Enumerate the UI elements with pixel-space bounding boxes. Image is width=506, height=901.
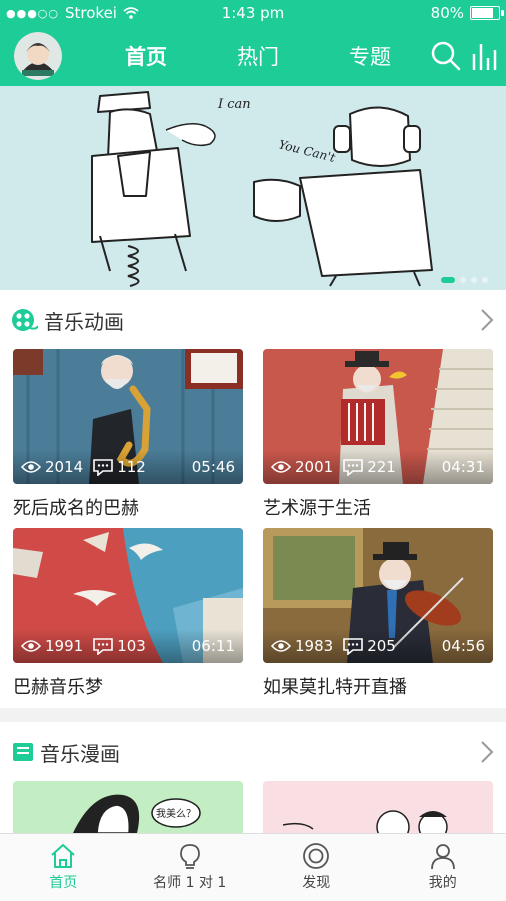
comment-count: 112 [117,458,146,476]
comment-count: 205 [367,637,396,655]
section-header-music-comics[interactable]: 音乐漫画 [0,722,506,782]
comment-icon [343,638,363,655]
film-reel-icon [12,308,38,332]
video-thumbnail[interactable]: 1983 205 04:56 [263,528,493,663]
view-count: 2014 [45,458,83,476]
view-count: 2001 [295,458,333,476]
video-card[interactable]: 2001 221 04:31 艺术源于生活 [263,349,493,520]
eye-icon [271,460,291,474]
book-icon [12,740,38,764]
video-card[interactable]: 1983 205 04:56 如果莫扎特开直播 [263,528,493,699]
video-thumbnail[interactable]: 1991 103 06:11 [13,528,243,663]
pager-dot [471,277,477,283]
equalizer-icon[interactable] [468,40,500,72]
section-title: 音乐漫画 [40,738,120,767]
comment-icon [93,459,113,476]
section-title: 音乐动画 [44,306,124,335]
video-duration: 04:56 [442,637,485,655]
eye-icon [271,639,291,653]
tab-hot[interactable]: 热门 [202,26,314,86]
banner-carousel[interactable]: I can You Can't [0,86,506,290]
discover-icon [302,842,330,870]
top-nav-bar: 首页 热门 专题 [0,26,506,86]
battery-icon [470,6,500,20]
search-icon[interactable] [430,40,462,72]
home-icon [49,842,77,870]
chevron-right-icon[interactable] [480,308,494,332]
pager-dot-active [441,277,455,283]
banner-illustration: I can You Can't [0,86,506,290]
tab-bar-discover[interactable]: 发现 [253,834,380,901]
video-title[interactable]: 巴赫音乐梦 [13,673,243,699]
video-card[interactable]: 2014 112 05:46 死后成名的巴赫 [13,349,243,520]
comic-thumbnail: 我美么？ [13,781,243,833]
comment-icon [93,638,113,655]
tab-bar-mentor[interactable]: 名师 1 对 1 [127,834,254,901]
bottom-tab-bar: 首页 名师 1 对 1 发现 我的 [0,833,506,901]
svg-text:我美么？: 我美么？ [156,807,196,820]
video-card[interactable]: 1991 103 06:11 巴赫音乐梦 [13,528,243,699]
video-title[interactable]: 艺术源于生活 [263,494,493,520]
carousel-pager [441,277,488,283]
pager-dot [460,277,466,283]
video-thumbnail[interactable]: 2001 221 04:31 [263,349,493,484]
svg-text:You Can't: You Can't [277,137,337,165]
tab-label: 我的 [429,872,457,892]
tab-home[interactable]: 首页 [90,26,202,86]
eye-icon [21,460,41,474]
view-count: 1991 [45,637,83,655]
avatar[interactable] [14,32,62,80]
tab-topics[interactable]: 专题 [314,26,426,86]
view-count: 1983 [295,637,333,655]
chevron-right-icon[interactable] [480,740,494,764]
eye-icon [21,639,41,653]
comment-icon [343,459,363,476]
user-icon [429,842,457,870]
section-header-music-animation[interactable]: 音乐动画 [0,290,506,350]
video-duration: 04:31 [442,458,485,476]
battery-percent: 80% [431,4,464,22]
comment-count: 103 [117,637,146,655]
tab-label: 首页 [49,872,77,892]
video-title[interactable]: 如果莫扎特开直播 [263,673,493,699]
section-divider [0,708,506,722]
comic-thumbnail [263,781,493,833]
video-thumbnail[interactable]: 2014 112 05:46 [13,349,243,484]
tab-label: 名师 1 对 1 [153,872,226,892]
comic-card[interactable] [263,781,493,833]
comic-card[interactable]: 我美么？ [13,781,243,833]
tab-bar-home[interactable]: 首页 [0,834,127,901]
tab-bar-profile[interactable]: 我的 [380,834,506,901]
video-duration: 05:46 [192,458,235,476]
video-title[interactable]: 死后成名的巴赫 [13,494,243,520]
lightbulb-icon [176,842,204,870]
tab-label: 发现 [302,872,330,892]
video-duration: 06:11 [192,637,235,655]
pager-dot [482,277,488,283]
status-bar: ●●●○○ Strokei 1:43 pm 80% [0,0,506,26]
svg-text:I can: I can [217,97,251,112]
comment-count: 221 [367,458,396,476]
